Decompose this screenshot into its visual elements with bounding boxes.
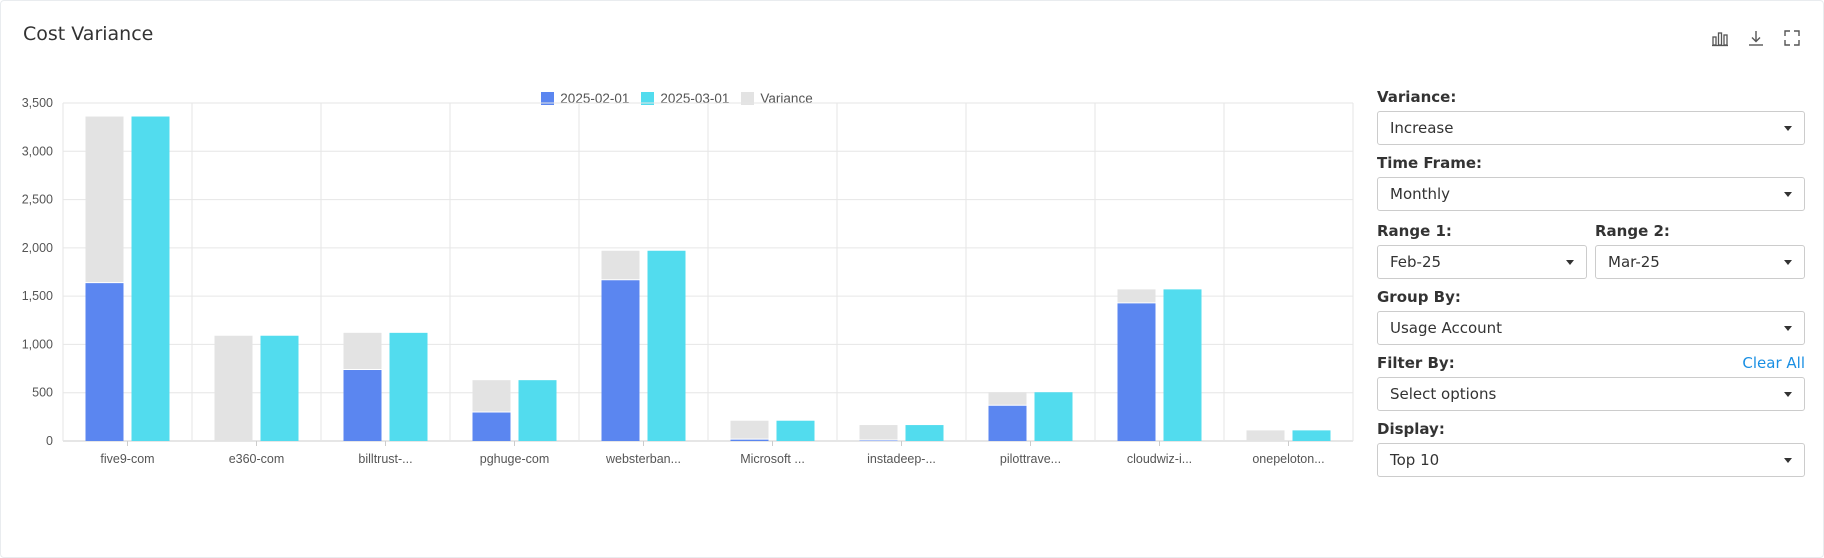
- x-tick-label: onepeloton...: [1252, 452, 1324, 466]
- caret-down-icon: [1784, 192, 1792, 197]
- y-tick-label: 3,500: [22, 96, 53, 110]
- group-by-label: Group By:: [1377, 288, 1461, 306]
- bar-series2: [1163, 289, 1202, 441]
- range2-select[interactable]: Mar-25: [1595, 245, 1805, 279]
- caret-down-icon: [1784, 126, 1792, 131]
- bar-variance: [85, 116, 124, 283]
- range1-value: Feb-25: [1390, 253, 1442, 271]
- bar-chart-icon[interactable]: [1711, 29, 1729, 47]
- caret-down-icon: [1784, 260, 1792, 265]
- bar-series2: [260, 335, 299, 441]
- bar-variance: [472, 380, 511, 413]
- filter-by-placeholder: Select options: [1390, 385, 1497, 403]
- chart-toolbar: [1711, 29, 1801, 47]
- range2-label: Range 2:: [1595, 222, 1670, 240]
- bar-variance: [1246, 430, 1285, 441]
- page-title: Cost Variance: [23, 23, 154, 45]
- bar-series2: [1292, 430, 1331, 441]
- caret-down-icon: [1784, 326, 1792, 331]
- time-frame-select[interactable]: Monthly: [1377, 177, 1805, 211]
- range2-group: Range 2: Mar-25: [1595, 219, 1805, 279]
- bar-series1: [343, 369, 382, 441]
- bar-series1: [1117, 302, 1156, 441]
- bar-series1: [85, 282, 124, 441]
- time-frame-label: Time Frame:: [1377, 154, 1483, 172]
- cost-variance-card: Cost Variance 2025-02-01 2025-03-01 Vari…: [0, 0, 1824, 558]
- y-tick-label: 2,000: [22, 241, 53, 255]
- filter-by-header: Filter By: Clear All: [1377, 351, 1805, 375]
- bar-variance: [988, 392, 1027, 406]
- bar-variance: [214, 335, 253, 441]
- bar-variance: [1117, 289, 1156, 303]
- caret-down-icon: [1784, 392, 1792, 397]
- display-value: Top 10: [1390, 451, 1440, 469]
- x-tick-label: billtrust-...: [358, 452, 412, 466]
- bar-series2: [905, 425, 944, 441]
- variance-label: Variance:: [1377, 88, 1457, 106]
- filter-by-select[interactable]: Select options: [1377, 377, 1805, 411]
- group-by-value: Usage Account: [1390, 319, 1503, 337]
- variance-value: Increase: [1390, 119, 1454, 137]
- range1-label: Range 1:: [1377, 222, 1452, 240]
- y-tick-label: 1,000: [22, 337, 53, 351]
- x-tick-label: instadeep-...: [867, 452, 936, 466]
- x-tick-label: five9-com: [100, 452, 154, 466]
- range1-group: Range 1: Feb-25: [1377, 219, 1587, 279]
- range2-value: Mar-25: [1608, 253, 1660, 271]
- y-tick-label: 1,500: [22, 289, 53, 303]
- y-tick-label: 3,000: [22, 144, 53, 158]
- bar-series1: [988, 405, 1027, 441]
- variance-select[interactable]: Increase: [1377, 111, 1805, 145]
- y-tick-label: 0: [46, 434, 53, 448]
- bar-series2: [131, 116, 170, 441]
- display-select[interactable]: Top 10: [1377, 443, 1805, 477]
- x-tick-label: websterban...: [605, 452, 681, 466]
- download-icon[interactable]: [1747, 29, 1765, 47]
- y-tick-label: 2,500: [22, 193, 53, 207]
- bar-series2: [389, 332, 428, 441]
- bar-variance: [730, 420, 769, 440]
- bar-variance: [601, 250, 640, 280]
- bar-variance: [343, 332, 382, 370]
- range1-select[interactable]: Feb-25: [1377, 245, 1587, 279]
- x-tick-label: cloudwiz-i...: [1127, 452, 1192, 466]
- chart-svg: 0 500 1,000 1,500 2,000 2,500 3,000 3,500 five9-…: [22, 96, 1354, 466]
- variance-chart: 0 500 1,000 1,500 2,000 2,500 3,000 3,500 five9-…: [1, 81, 1361, 551]
- group-by-select[interactable]: Usage Account: [1377, 311, 1805, 345]
- caret-down-icon: [1784, 458, 1792, 463]
- filter-by-label: Filter By:: [1377, 354, 1455, 372]
- bar-series1: [472, 412, 511, 441]
- range-row: Range 1: Feb-25 Range 2: Mar-25: [1377, 219, 1805, 279]
- y-tick-label: 500: [32, 386, 53, 400]
- x-tick-label: e360-com: [229, 452, 285, 466]
- display-label: Display:: [1377, 420, 1445, 438]
- bar-variance: [859, 425, 898, 441]
- x-tick-label: Microsoft ...: [740, 452, 805, 466]
- bar-series1: [601, 279, 640, 441]
- fullscreen-icon[interactable]: [1783, 29, 1801, 47]
- clear-all-link[interactable]: Clear All: [1742, 351, 1805, 375]
- time-frame-value: Monthly: [1390, 185, 1451, 203]
- bar-series2: [647, 250, 686, 441]
- bar-series2: [518, 380, 557, 441]
- bar-series2: [776, 420, 815, 441]
- x-tick-label: pghuge-com: [480, 452, 550, 466]
- x-tick-label: pilottrave...: [1000, 452, 1061, 466]
- bar-series2: [1034, 392, 1073, 441]
- caret-down-icon: [1566, 260, 1574, 265]
- filter-panel: Variance: Increase Time Frame: Monthly R…: [1377, 85, 1805, 477]
